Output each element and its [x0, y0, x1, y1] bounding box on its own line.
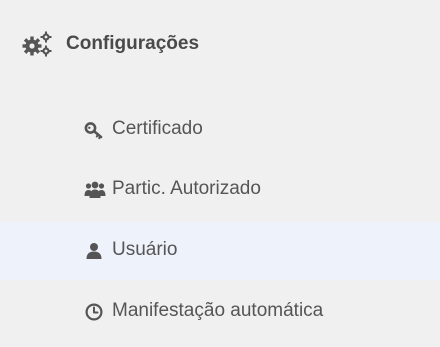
menu-item-label: Certificado: [112, 118, 203, 139]
gears-icon: [22, 31, 52, 57]
menu-item-manifestacao-automatica[interactable]: Manifestação automática: [0, 283, 440, 341]
menu-item-usuario[interactable]: Usuário: [0, 222, 440, 280]
menu-item-label: Manifestação automática: [112, 300, 324, 321]
settings-title: Configurações: [66, 33, 200, 54]
users-icon: [84, 180, 106, 200]
key-icon: [84, 120, 104, 140]
user-icon: [84, 241, 104, 261]
settings-menu: Configurações Certificado Partic. Autori…: [0, 0, 440, 347]
settings-header[interactable]: Configurações: [0, 18, 440, 70]
menu-item-certificado[interactable]: Certificado: [0, 101, 440, 159]
menu-item-partic-autorizado[interactable]: Partic. Autorizado: [0, 161, 440, 219]
menu-item-label: Partic. Autorizado: [112, 178, 261, 199]
menu-item-label: Usuário: [112, 239, 178, 260]
clock-icon: [84, 302, 104, 322]
